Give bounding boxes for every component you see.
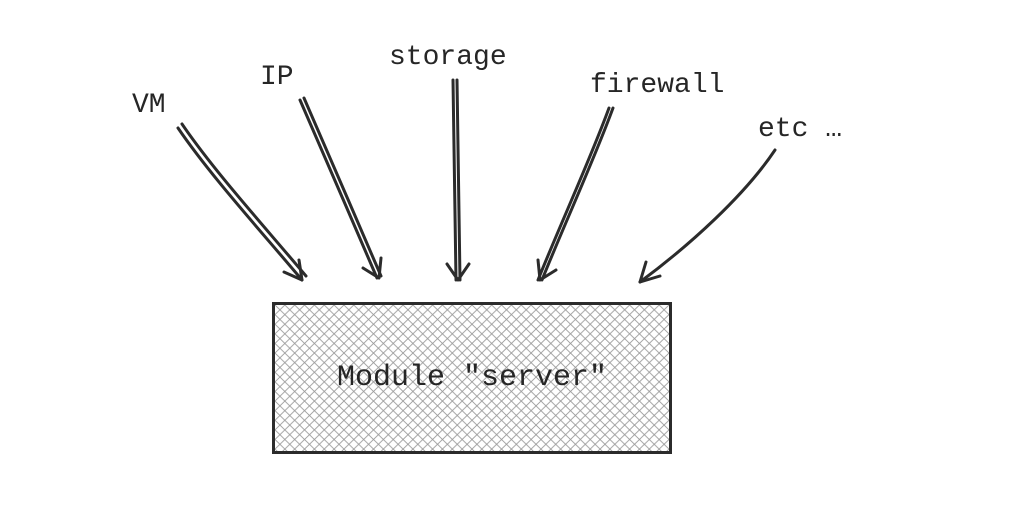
input-label-ip: IP [260,62,294,93]
input-label-etc: etc … [758,114,842,145]
arrow-ip [300,98,381,278]
input-label-storage: storage [389,42,507,73]
arrow-firewall [538,108,613,280]
arrow-vm [178,124,306,280]
input-label-vm: VM [132,90,166,121]
input-label-firewall: firewall [590,70,724,101]
module-label: Module "server" [331,361,613,395]
module-box: Module "server" [272,302,672,454]
arrow-storage [447,80,469,280]
diagram-stage: VM IP storage firewall etc … [0,0,1024,525]
arrow-etc [640,150,775,282]
